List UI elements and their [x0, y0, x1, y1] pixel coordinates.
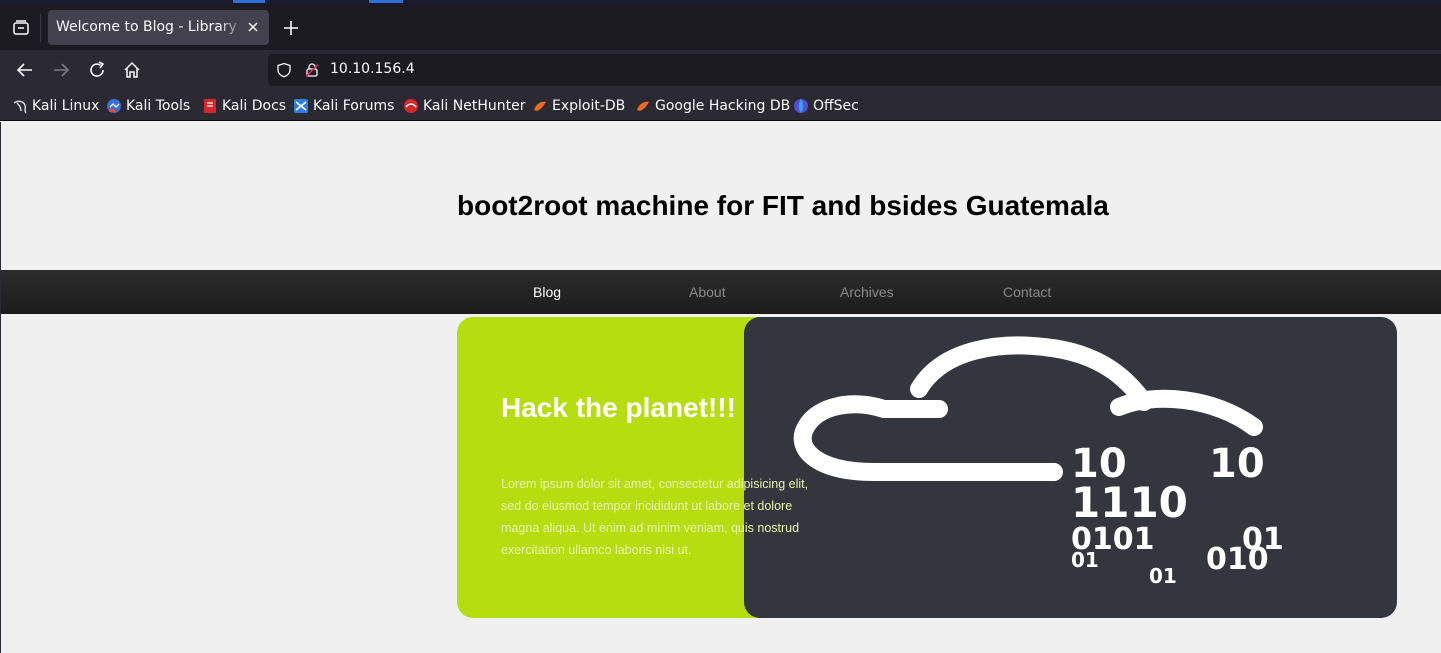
url-bar[interactable]: 10.10.156.4 — [268, 54, 1441, 86]
bookmark-kali-linux[interactable]: Kali Linux — [12, 96, 99, 116]
tab-title: Welcome to Blog - Library M — [56, 19, 242, 35]
navigation-toolbar: 10.10.156.4 — [0, 50, 1441, 90]
shield-icon[interactable] — [276, 62, 292, 78]
new-tab-icon[interactable] — [280, 17, 302, 39]
hero-heading: Hack the planet!!! — [501, 392, 736, 423]
bookmark-google-hacking-db[interactable]: Google Hacking DB — [635, 96, 790, 116]
back-icon[interactable] — [14, 59, 36, 81]
hero-image-panel: 10 10 1110 0101 01 01 010 01 — [744, 317, 1397, 618]
insecure-lock-icon[interactable] — [304, 62, 320, 78]
tab-title-fade — [218, 14, 246, 41]
site-navigation: Blog About Archives Contact — [1, 270, 1441, 314]
bookmark-label: Kali Docs — [222, 98, 287, 114]
exploit-db-icon — [534, 101, 546, 111]
workspace-indicator — [233, 0, 265, 3]
cloud-outline-right — [1110, 389, 1263, 436]
bookmark-kali-forums[interactable]: Kali Forums — [293, 96, 394, 116]
nav-link-blog[interactable]: Blog — [533, 284, 561, 300]
binary-digits: 1110 — [1071, 478, 1188, 527]
bookmark-offsec[interactable]: OffSec — [793, 96, 859, 116]
forward-icon[interactable] — [50, 59, 72, 81]
tab-separator — [40, 14, 41, 42]
bookmark-exploit-db[interactable]: Exploit-DB — [532, 96, 625, 116]
home-icon[interactable] — [121, 59, 143, 81]
offsec-icon — [794, 99, 808, 113]
url-text: 10.10.156.4 — [330, 61, 415, 77]
kali-docs-icon — [204, 99, 216, 113]
web-page: boot2root machine for FIT and bsides Gua… — [0, 122, 1441, 653]
bookmark-label: Google Hacking DB — [655, 98, 791, 114]
bookmark-label: Kali Tools — [126, 98, 191, 114]
binary-digits: 01 — [1149, 564, 1177, 588]
hero-body-text: Lorem ipsum dolor sit amet, consectetur … — [501, 477, 809, 557]
bookmark-kali-nethunter[interactable]: Kali NetHunter — [403, 96, 525, 116]
bookmark-kali-tools[interactable]: Kali Tools — [106, 96, 190, 116]
binary-digits: 10 — [1209, 441, 1265, 487]
browser-tab[interactable]: Welcome to Blog - Library M — [48, 10, 269, 45]
kali-tools-icon — [107, 99, 121, 113]
bookmarks-toolbar: Kali Linux Kali Tools Kali Docs Kali For… — [0, 90, 1441, 121]
bookmark-kali-docs[interactable]: Kali Docs — [202, 96, 286, 116]
workspace-indicator — [369, 0, 403, 3]
bookmark-label: Kali Linux — [32, 98, 100, 114]
binary-digits: 010 — [1206, 542, 1269, 577]
tab-list-icon[interactable] — [10, 17, 32, 39]
reload-icon[interactable] — [86, 59, 108, 81]
cloud-outline-top — [910, 336, 1153, 411]
hero-banner: 10 10 1110 0101 01 01 010 01 Hack the pl… — [457, 317, 1397, 618]
nav-link-about[interactable]: About — [689, 284, 726, 300]
close-tab-icon[interactable] — [244, 18, 262, 36]
bookmark-label: OffSec — [813, 98, 859, 114]
nav-link-archives[interactable]: Archives — [840, 284, 894, 300]
binary-digits: 01 — [1071, 548, 1099, 572]
hero-green-panel — [457, 317, 777, 618]
cloud-binary-illustration: 10 10 1110 0101 01 01 010 01 — [793, 336, 1284, 588]
bookmark-label: Kali Forums — [313, 98, 395, 114]
site-title: boot2root machine for FIT and bsides Gua… — [457, 190, 1109, 221]
tab-bar: Welcome to Blog - Library M — [0, 4, 1441, 50]
kali-forums-icon — [294, 99, 308, 113]
kali-dragon-icon — [13, 100, 27, 114]
ghdb-icon — [637, 101, 649, 111]
nav-link-contact[interactable]: Contact — [1003, 284, 1051, 300]
bookmark-label: Kali NetHunter — [423, 98, 526, 114]
kali-nethunter-icon — [404, 99, 418, 113]
bookmark-label: Exploit-DB — [552, 98, 626, 114]
cloud-outline-left — [793, 395, 1063, 481]
